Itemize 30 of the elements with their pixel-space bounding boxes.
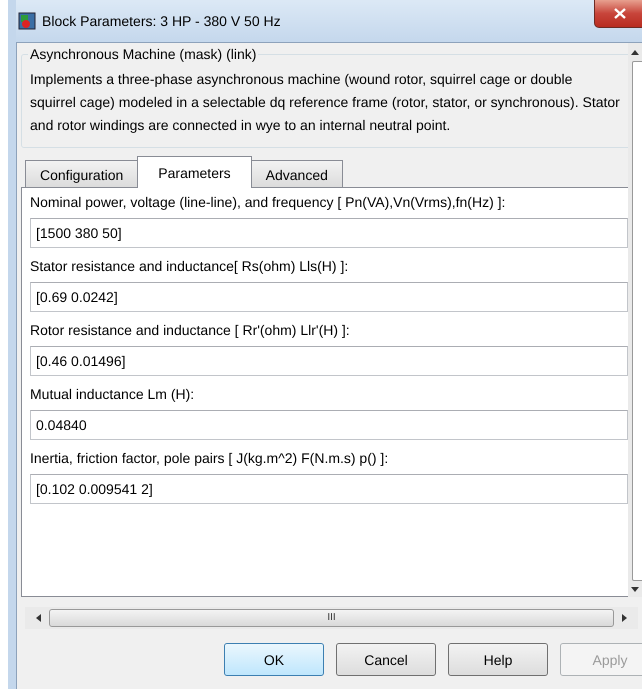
input-field[interactable]: [0.69 0.0242] bbox=[30, 282, 628, 312]
scroll-thumb[interactable]: III bbox=[49, 609, 614, 627]
input-field[interactable]: [0.102 0.009541 2] bbox=[30, 474, 628, 504]
parameter-label: Stator resistance and inductance[ Rs(ohm) Lls(H) ]: bbox=[30, 257, 350, 276]
parameter-label: Inertia, friction factor, pole pairs [ J(kg.m^2) F(N.m.s) p() ]: bbox=[30, 449, 390, 468]
scroll-down-icon bbox=[631, 587, 639, 593]
description-text: Implements a three-phase asynchronous machine (wound rotor, squirrel cage or double squirrel cage) modeled in a selectable dq reference frame (rotor, stator, or synchronous). Stator and rotor windings are connected in wye to an internal neutral point. bbox=[30, 70, 620, 135]
input-field[interactable]: [1500 380 50] bbox=[30, 218, 628, 248]
tab[interactable]: Parameters bbox=[137, 156, 252, 188]
tab[interactable]: Configuration bbox=[25, 160, 138, 188]
horizontal-scrollbar[interactable]: III bbox=[25, 607, 638, 629]
input-field[interactable]: 0.04840 bbox=[30, 410, 628, 440]
tab[interactable]: Advanced bbox=[250, 160, 343, 188]
scroll-right-icon bbox=[622, 614, 628, 622]
dialog-button[interactable]: OK bbox=[224, 643, 324, 676]
scroll-up-icon bbox=[631, 49, 639, 55]
parameter-label: Mutual inductance Lm (H): bbox=[30, 385, 196, 404]
parameter-label: Rotor resistance and inductance [ Rr'(ohm) Llr'(H) ]: bbox=[30, 321, 351, 340]
close-button[interactable] bbox=[594, 0, 642, 28]
dialog-button[interactable]: Help bbox=[448, 643, 548, 676]
block-icon bbox=[18, 12, 36, 30]
input-field[interactable]: [0.46 0.01496] bbox=[30, 346, 628, 376]
parameter-label: Nominal power, voltage (line-line), and frequency [ Pn(VA),Vn(Vrms),fn(Hz) ]: bbox=[30, 193, 506, 212]
group-title: Asynchronous Machine (mask) (link) bbox=[29, 46, 258, 62]
scroll-thumb[interactable] bbox=[632, 61, 642, 581]
vertical-scrollbar[interactable] bbox=[628, 43, 642, 597]
scroll-left-icon bbox=[35, 614, 41, 622]
window-title: Block Parameters: 3 HP - 380 V 50 Hz bbox=[42, 13, 281, 29]
dialog-button[interactable]: Cancel bbox=[336, 643, 436, 676]
close-icon bbox=[614, 8, 626, 19]
